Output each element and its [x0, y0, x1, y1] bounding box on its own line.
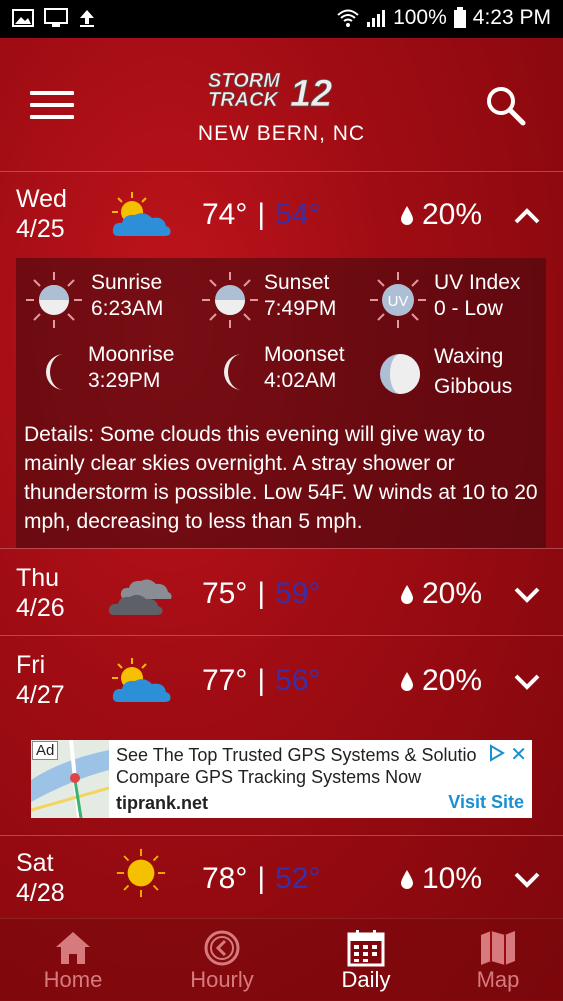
nav-map[interactable]: Map	[428, 919, 563, 1001]
signal-icon	[367, 10, 386, 27]
cloudy-icon	[108, 579, 172, 615]
app-logo: STORM TRACK 12	[206, 68, 356, 116]
day-label: Thu 4/26	[16, 564, 65, 622]
moon-phase-info: Waxing Gibbous	[434, 345, 513, 398]
waxing-gibbous-icon	[380, 354, 420, 394]
chevron-down-icon[interactable]	[512, 579, 542, 609]
ad-choices-icon[interactable]	[488, 744, 506, 762]
sunset-icon	[202, 272, 258, 328]
clock-icon	[204, 930, 240, 966]
logo-number: 12	[290, 73, 332, 112]
ad-visit-site-button[interactable]: Visit Site	[448, 792, 524, 813]
moonset-info: Moonset 4:02AM	[264, 343, 345, 392]
ad-close-button[interactable]: ✕	[510, 742, 527, 767]
temperature: 75° | 59°	[202, 577, 321, 610]
forecast-details-text: Details: Some clouds this evening will g…	[24, 423, 538, 533]
battery-icon	[453, 7, 466, 28]
location-label[interactable]: NEW BERN, NC	[0, 122, 563, 146]
moonrise-icon	[46, 354, 64, 390]
screen-cast-icon	[44, 8, 68, 27]
battery-percent: 100%	[393, 6, 447, 29]
ad-domain[interactable]: tiprank.net	[116, 793, 208, 814]
moonset-icon	[224, 354, 242, 390]
day-row-fri[interactable]: Fri 4/27 77° | 56° 20%	[0, 635, 563, 724]
home-icon	[56, 932, 90, 964]
svg-text:UV: UV	[388, 293, 409, 310]
partly-cloudy-icon	[112, 658, 171, 702]
sunrise-info: Sunrise 6:23AM	[91, 271, 164, 320]
day-label: Fri 4/27	[16, 651, 65, 709]
sunrise-icon	[26, 272, 82, 328]
raindrop-icon	[401, 206, 413, 225]
raindrop-icon	[401, 870, 413, 889]
ad-headline[interactable]: See The Top Trusted GPS Systems & Soluti…	[116, 745, 486, 766]
day-row-wed[interactable]: Wed 4/25 74° | 54° 20%	[0, 171, 563, 258]
wifi-icon	[337, 9, 359, 27]
image-icon	[12, 9, 34, 27]
clock-time: 4:23 PM	[472, 6, 551, 29]
calendar-icon	[347, 930, 385, 967]
status-bar: 100% 4:23 PM	[0, 0, 563, 38]
logo-line2: TRACK	[208, 89, 280, 111]
temperature: 77° | 56°	[202, 664, 321, 697]
nav-hourly[interactable]: Hourly	[152, 919, 292, 1001]
sunny-icon	[116, 848, 166, 898]
uv-index-icon: UV	[370, 272, 426, 328]
day-row-sat[interactable]: Sat 4/28 78° | 52° 10%	[0, 835, 563, 919]
nav-home[interactable]: Home	[3, 919, 143, 1001]
precipitation: 20%	[400, 577, 482, 611]
nav-daily[interactable]: Daily	[296, 919, 436, 1001]
precipitation: 10%	[400, 862, 482, 896]
raindrop-icon	[401, 585, 413, 604]
app-header: STORM TRACK 12 NEW BERN, NC	[0, 38, 563, 171]
day-details-panel: Sunrise 6:23AM Sunset 7:49PM UV UV Index 0 …	[16, 258, 546, 548]
menu-icon	[30, 91, 74, 95]
sunset-info: Sunset 7:49PM	[264, 271, 337, 320]
bottom-navigation: Home Hourly Daily Map	[0, 918, 563, 1001]
ad-banner[interactable]: Ad See The Top Trusted GPS Systems & Sol…	[31, 740, 532, 818]
chevron-up-icon[interactable]	[512, 202, 542, 232]
day-row-thu[interactable]: Thu 4/26 75° | 59° 20%	[0, 548, 563, 636]
partly-cloudy-icon	[112, 192, 171, 236]
moonrise-info: Moonrise 3:29PM	[88, 343, 175, 392]
chevron-down-icon[interactable]	[512, 864, 542, 894]
uv-index-info: UV Index 0 - Low	[434, 271, 521, 320]
precipitation: 20%	[400, 198, 482, 232]
precipitation: 20%	[400, 664, 482, 698]
ad-label: Ad	[32, 741, 59, 760]
raindrop-icon	[401, 672, 413, 691]
day-label: Wed 4/25	[16, 185, 67, 243]
temperature: 78° | 52°	[202, 862, 321, 895]
search-button[interactable]	[484, 84, 528, 128]
chevron-down-icon[interactable]	[512, 666, 542, 696]
search-icon	[487, 87, 526, 126]
ad-description[interactable]: Compare GPS Tracking Systems Now	[116, 767, 421, 788]
upload-icon	[80, 10, 94, 27]
temperature: 74° | 54°	[202, 198, 321, 231]
map-icon	[481, 931, 515, 965]
day-label: Sat 4/28	[16, 849, 65, 907]
